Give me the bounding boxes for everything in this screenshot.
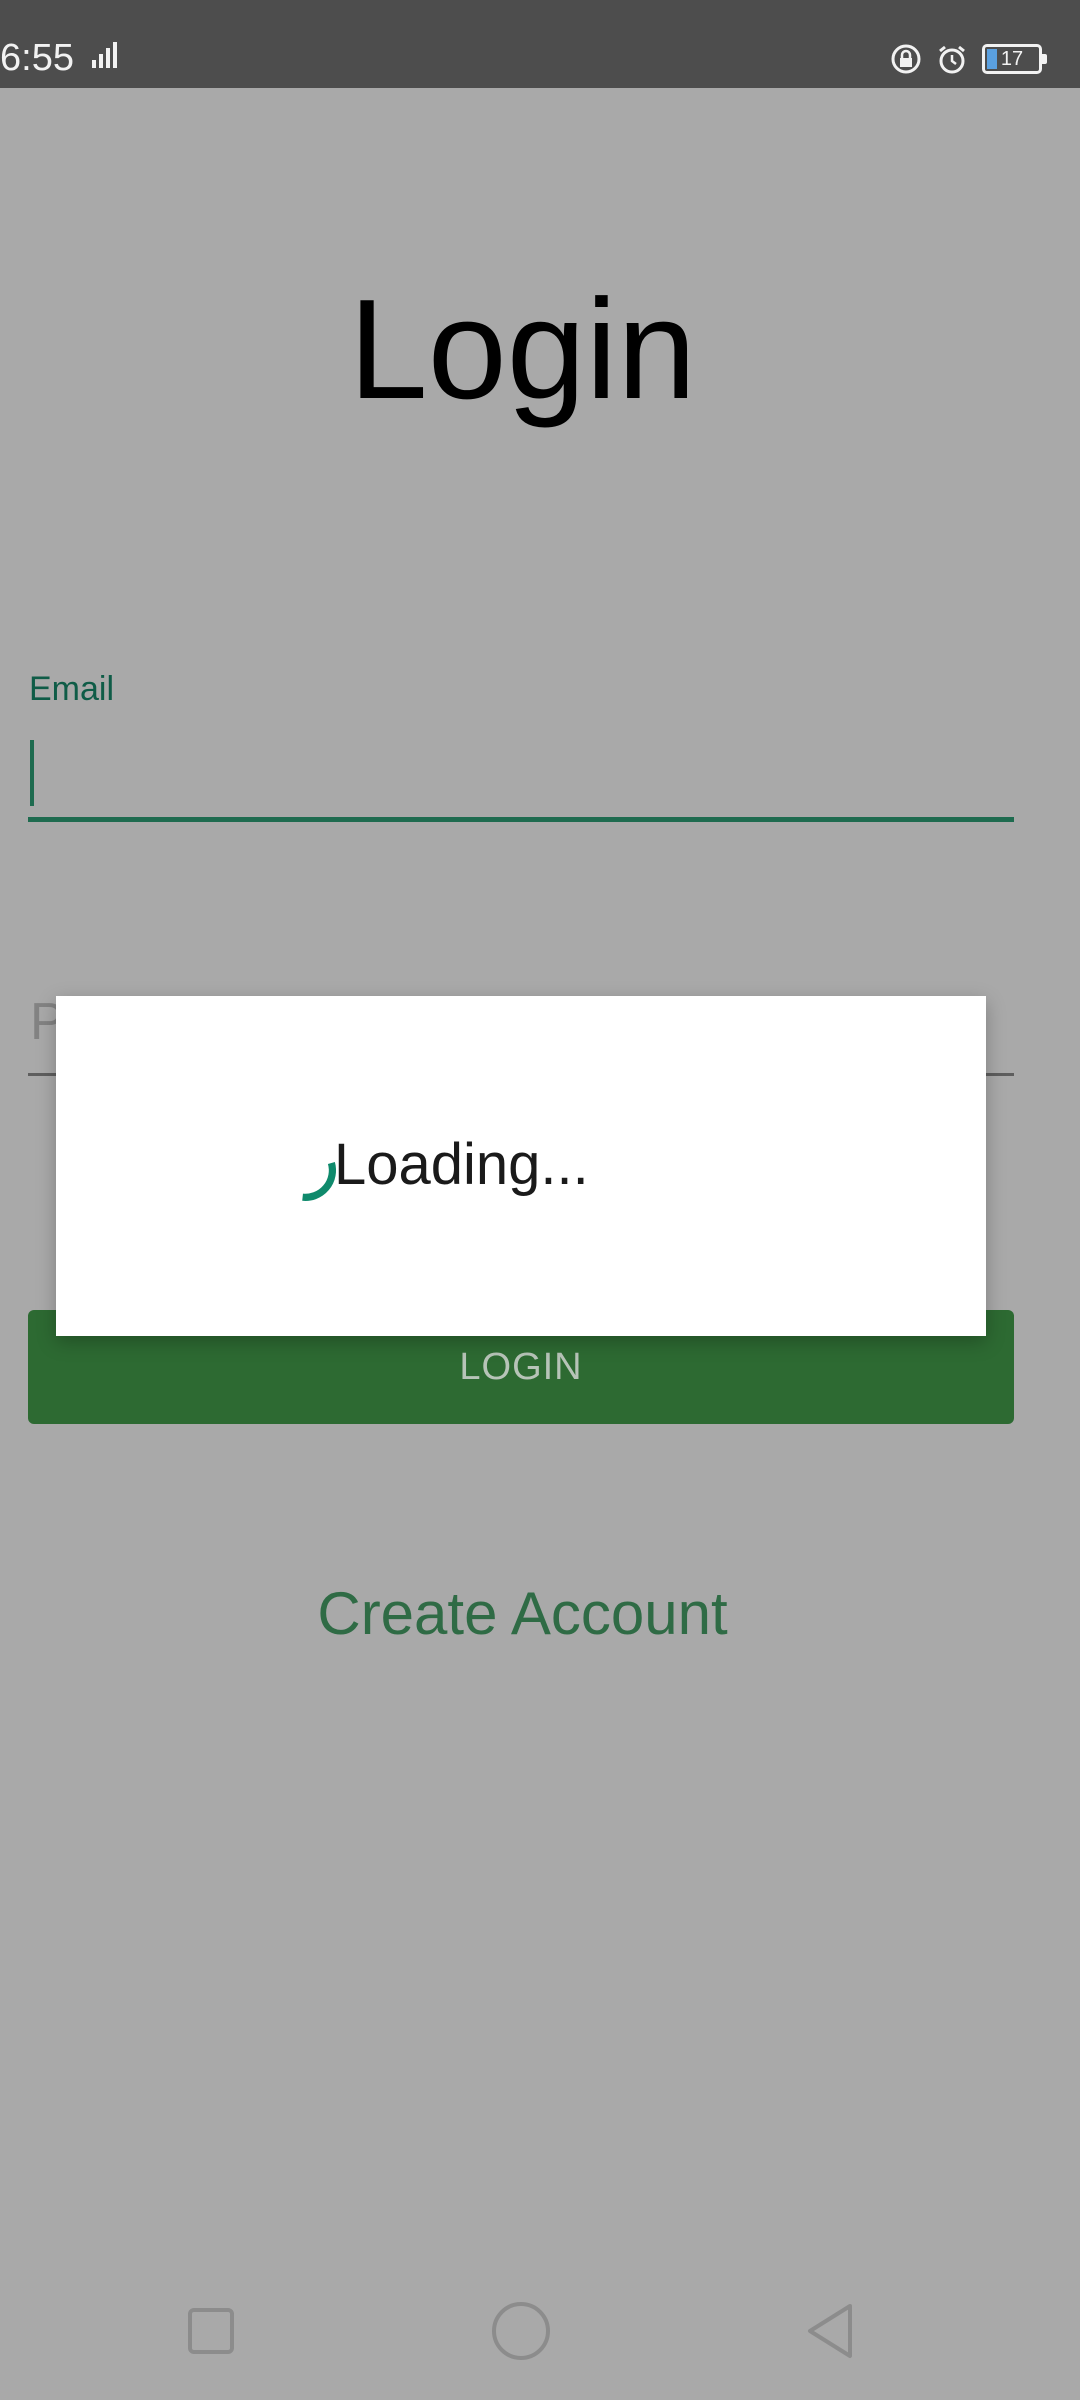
email-label: Email xyxy=(29,670,115,708)
text-caret xyxy=(30,740,34,806)
loading-text: Loading... xyxy=(334,1132,589,1197)
signal-icon xyxy=(88,40,128,77)
alarm-icon xyxy=(936,43,968,75)
create-account-link[interactable]: Create Account xyxy=(0,1574,1045,1654)
navigation-bar xyxy=(0,2260,1080,2400)
status-icons: 17 xyxy=(890,38,1047,80)
recent-apps-icon[interactable] xyxy=(176,2296,246,2366)
page-title: Login xyxy=(348,270,697,429)
battery-icon: 17 xyxy=(982,44,1047,74)
battery-level: 17 xyxy=(1000,48,1024,70)
loading-dialog: Loading... xyxy=(56,996,986,1336)
email-field[interactable] xyxy=(28,730,1014,822)
home-icon[interactable] xyxy=(486,2296,556,2366)
back-icon[interactable] xyxy=(796,2296,866,2366)
status-bar: 6:55 17 xyxy=(0,0,1080,88)
vpn-icon xyxy=(890,43,922,75)
status-time: 6:55 xyxy=(0,37,74,79)
